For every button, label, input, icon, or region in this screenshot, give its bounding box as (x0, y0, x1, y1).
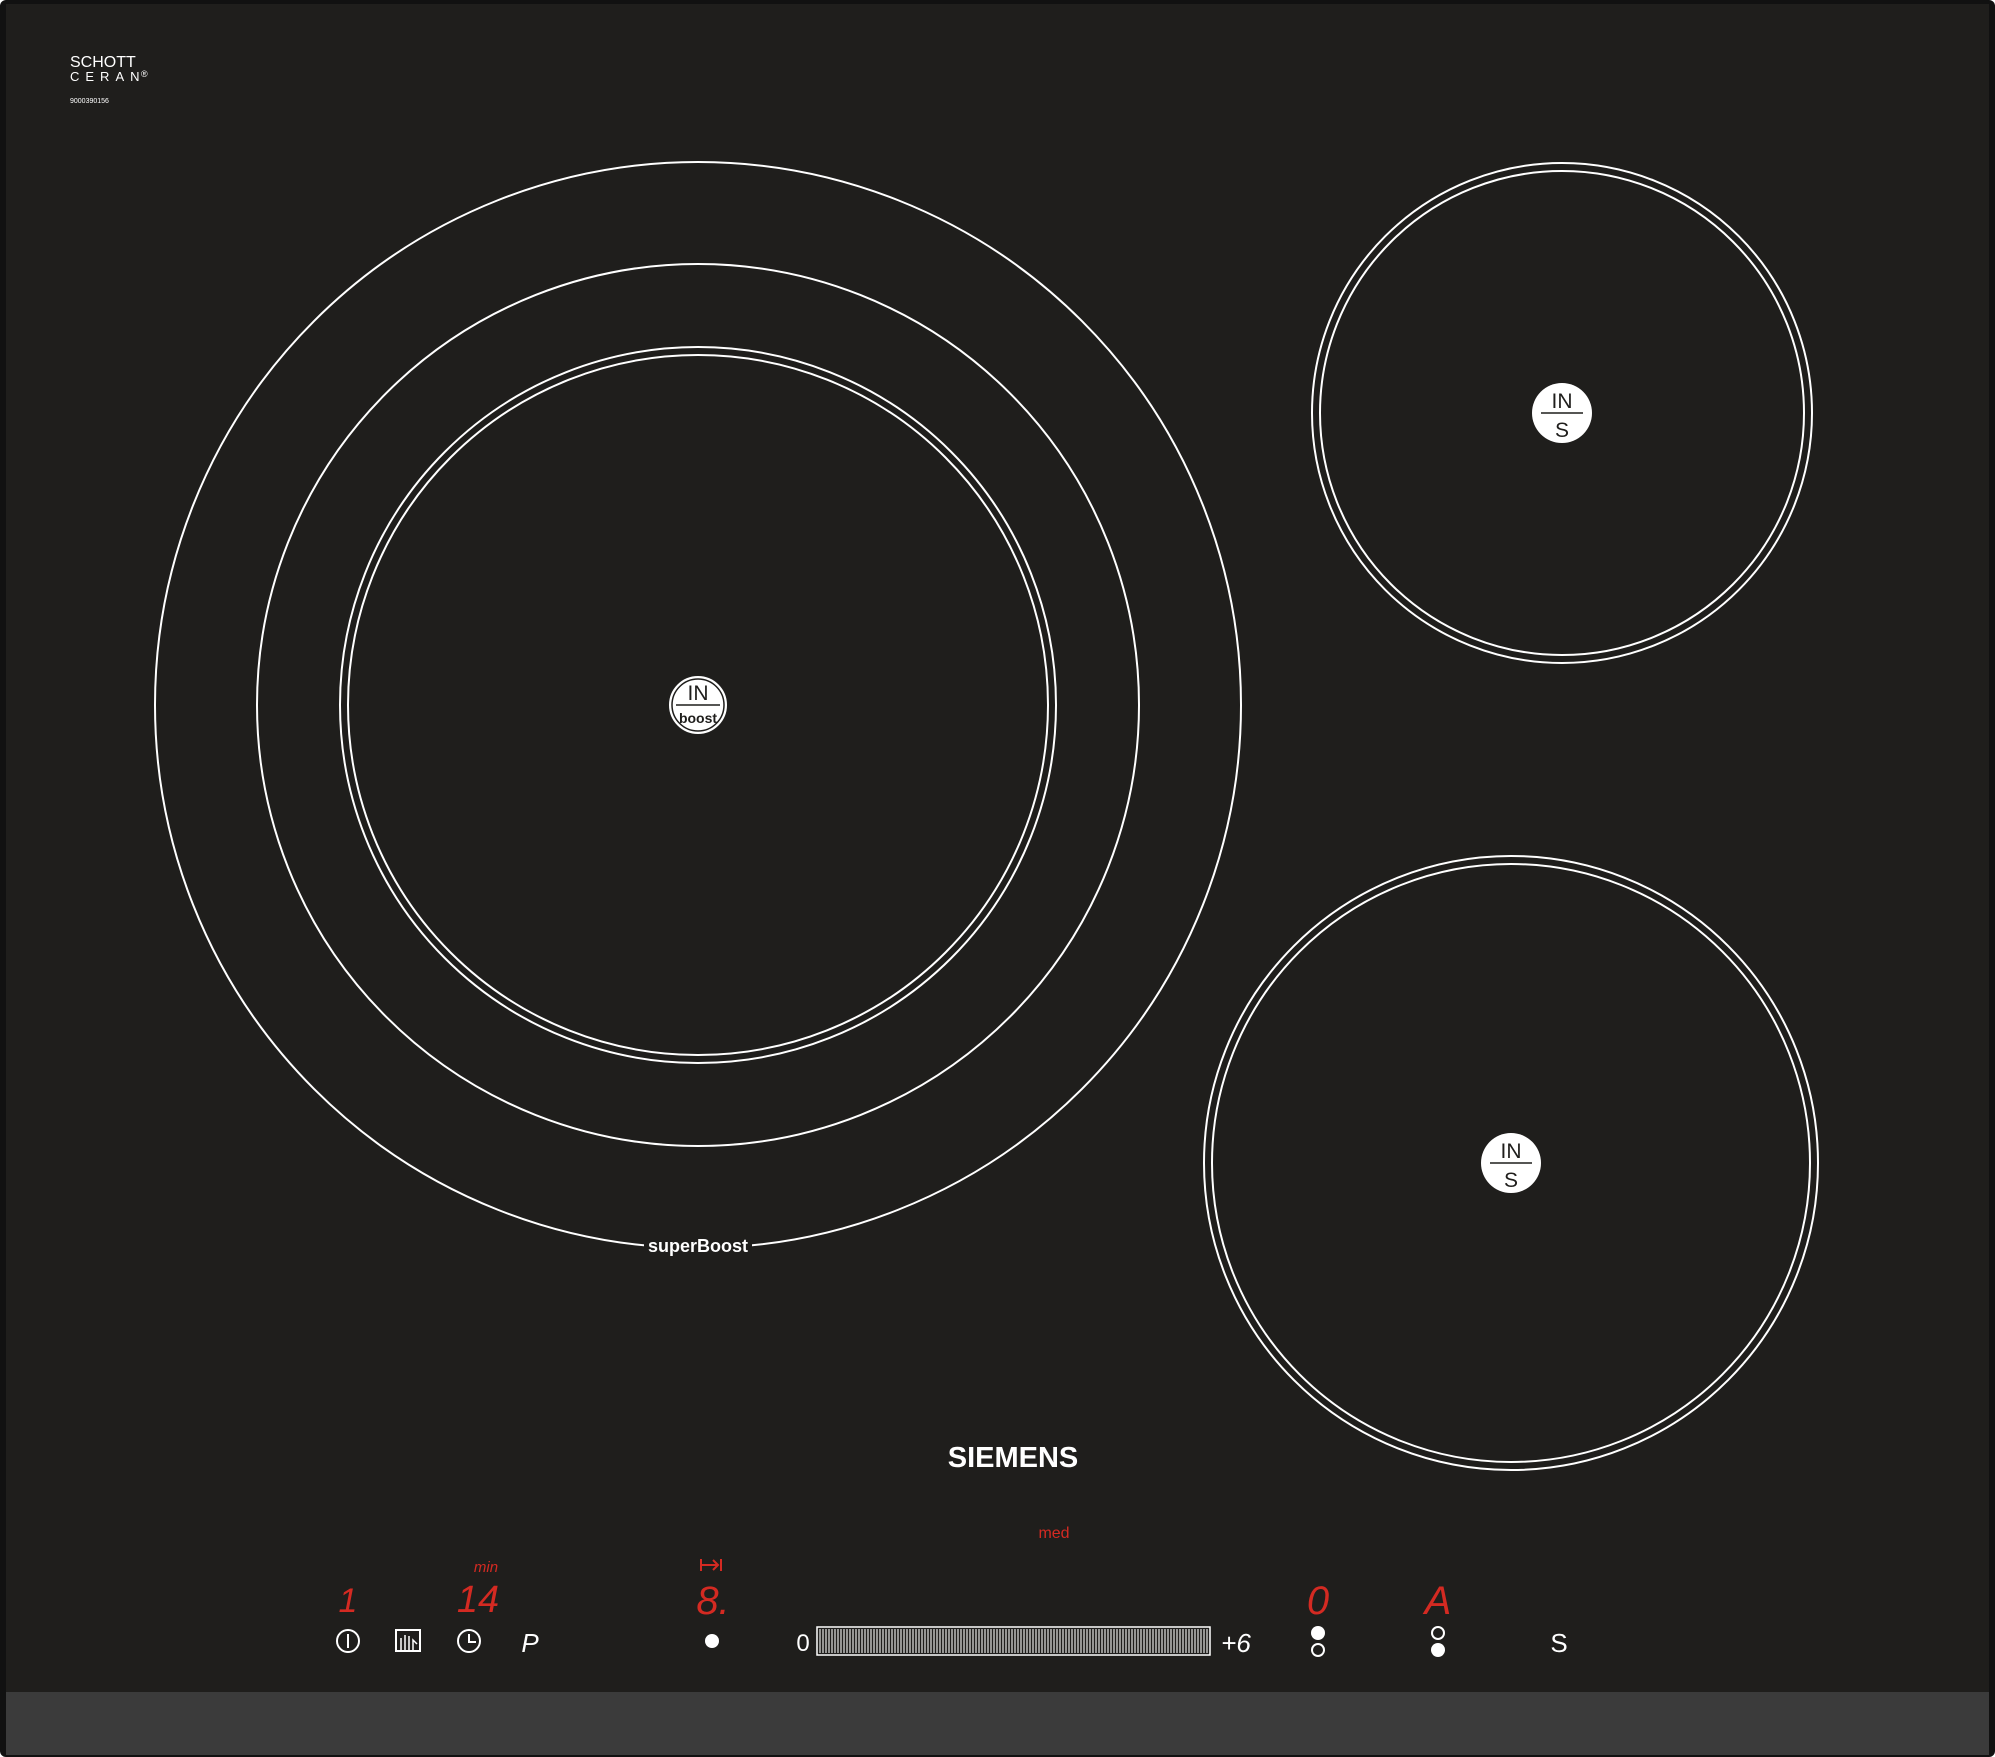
brand-logo: SIEMENS (948, 1442, 1079, 1474)
serial-number: 9000390156 (70, 98, 109, 105)
zone-select-button[interactable] (705, 1634, 719, 1648)
slider-min-label: 0 (796, 1630, 809, 1657)
zone-b-display: A (1423, 1579, 1452, 1623)
superboost-label: superBoost (648, 1236, 748, 1256)
zone-badge: IN S (1532, 383, 1592, 443)
badge-bottom-text: S (1504, 1169, 1518, 1192)
badge-top-text: IN (688, 682, 709, 705)
filled-dot-icon (1311, 1626, 1325, 1640)
timer-display: 14 (457, 1579, 499, 1621)
zone-badge: IN S (1481, 1133, 1541, 1193)
induction-cooktop: SCHOTT CERAN ® 9000390156 IN boost super… (0, 0, 1995, 1757)
zone-mode-label: med (1038, 1525, 1069, 1542)
key-s-button[interactable]: S (1550, 1628, 1567, 1658)
badge-bottom-text: boost (679, 710, 717, 726)
glass-surface (6, 4, 1989, 1694)
zone-badge: IN boost (667, 674, 729, 736)
key-p-button[interactable]: P (521, 1628, 539, 1658)
registered-mark: ® (141, 69, 148, 79)
badge-bottom-text: S (1555, 419, 1569, 442)
zone-a-display: 0 (1307, 1579, 1329, 1623)
slider-max-label: +6 (1221, 1628, 1251, 1658)
badge-top-text: IN (1501, 1140, 1522, 1163)
badge-top-text: IN (1552, 390, 1573, 413)
maker-line-2: CERAN (70, 69, 146, 84)
bottom-trim (6, 1692, 1989, 1755)
timer-unit-label: min (474, 1559, 498, 1576)
power-display: 1 (339, 1582, 358, 1620)
zone-display: 8. (696, 1579, 729, 1623)
filled-dot-icon (1431, 1643, 1445, 1657)
